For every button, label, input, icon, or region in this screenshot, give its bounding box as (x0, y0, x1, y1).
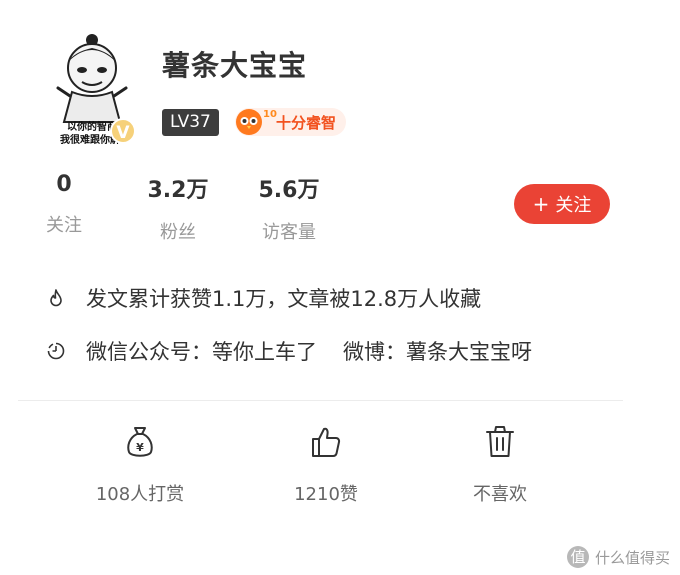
like-label: 1210赞 (294, 484, 358, 505)
like-button[interactable]: 1210赞 (266, 424, 386, 506)
flame-icon (50, 289, 62, 307)
stat-value: 5.6万 (258, 178, 320, 203)
money-bag-icon: ¥ (127, 427, 153, 457)
smart-badge[interactable]: 10 十分睿智 (235, 108, 346, 136)
stat-value: 3.2万 (147, 178, 209, 203)
watermark-text: 什么值得买 (594, 548, 670, 567)
divider (18, 400, 623, 401)
likes-info: 发文累计获赞1.1万，文章被12.8万人收藏 (46, 283, 481, 313)
stat-following[interactable]: 0 关注 (44, 172, 84, 237)
pie-chart-icon (47, 342, 65, 360)
watermark: 值 什么值得买 (566, 545, 670, 569)
stat-label: 访客量 (262, 222, 316, 243)
watermark-logo-icon: 值 (566, 546, 589, 568)
dislike-button[interactable]: 不喜欢 (440, 424, 560, 506)
stat-label: 关注 (46, 215, 82, 236)
thumbs-up-icon (312, 427, 341, 457)
stat-label: 粉丝 (160, 222, 196, 243)
svg-text:¥: ¥ (136, 441, 144, 454)
follow-button-label: 关注 (555, 195, 592, 216)
smart-badge-label: 十分睿智 (276, 114, 337, 132)
trash-icon (486, 426, 514, 457)
smart-badge-number: 10 (263, 109, 277, 120)
owl-icon (236, 109, 262, 135)
social-info: 微信公众号：等你上车了 微博：薯条大宝宝呀 (46, 336, 532, 366)
stat-value: 0 (56, 172, 72, 197)
weibo-text: 微博：薯条大宝宝呀 (343, 340, 532, 364)
reward-button[interactable]: ¥ 108人打赏 (80, 424, 200, 506)
stat-followers[interactable]: 3.2万 粉丝 (140, 172, 216, 244)
level-badge[interactable]: LV37 (162, 109, 219, 136)
verified-badge-icon: V (110, 118, 136, 144)
profile-name: 薯条大宝宝 (162, 49, 308, 82)
stat-visitors[interactable]: 5.6万 访客量 (248, 172, 330, 244)
likes-text: 发文累计获赞1.1万，文章被12.8万人收藏 (86, 287, 482, 311)
plus-icon: + (532, 192, 550, 216)
reward-label: 108人打赏 (95, 484, 185, 505)
follow-button[interactable]: + 关注 (514, 184, 610, 224)
wechat-text: 微信公众号：等你上车了 (86, 340, 317, 364)
dislike-label: 不喜欢 (473, 484, 527, 505)
